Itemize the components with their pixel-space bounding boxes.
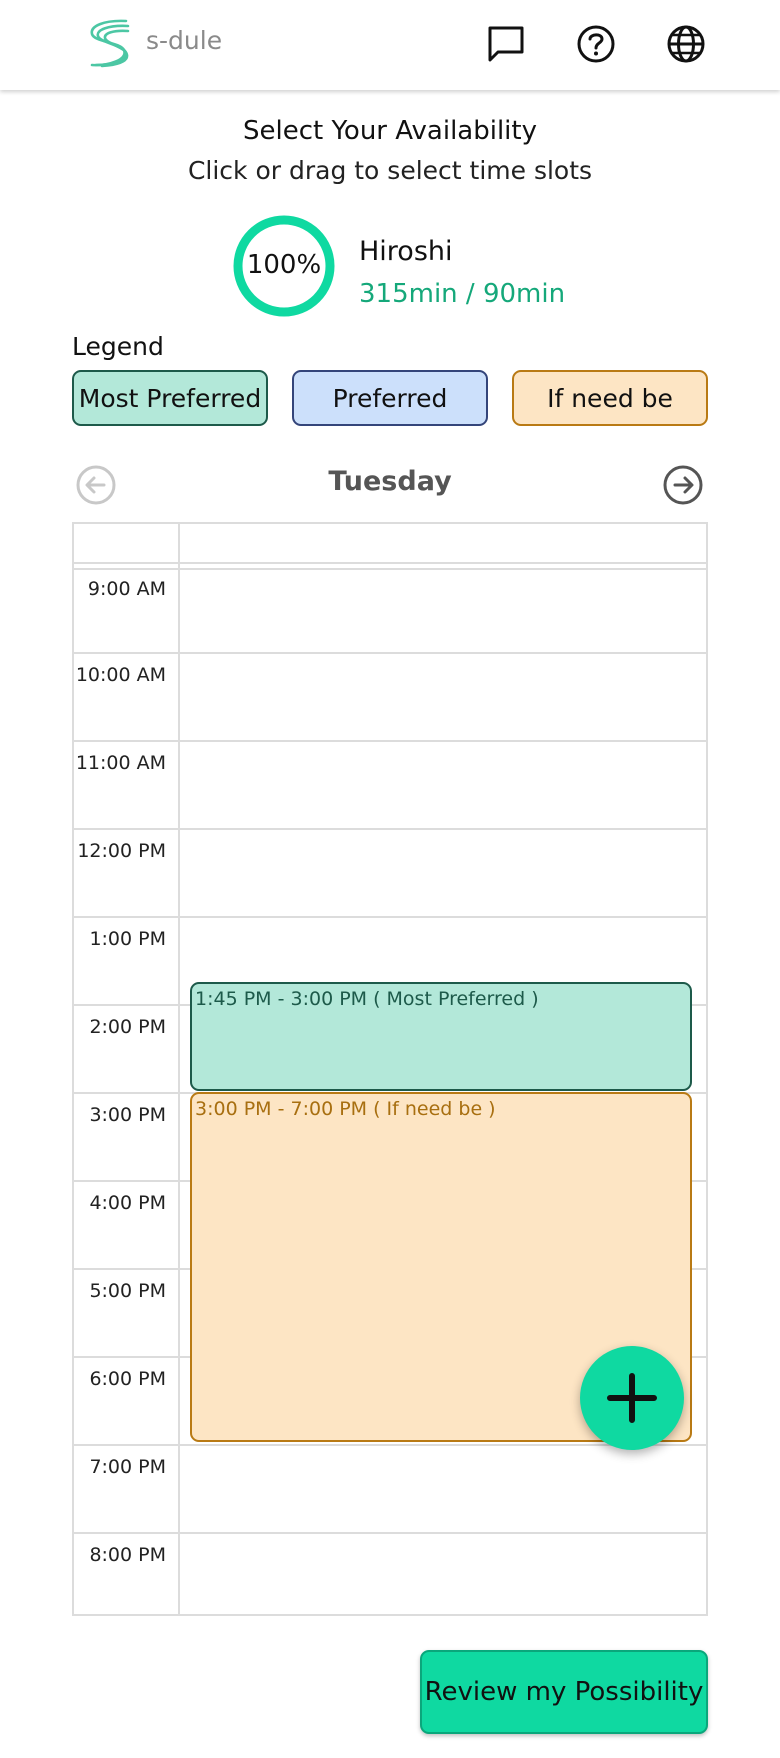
time-label: 7:00 PM — [89, 1456, 166, 1478]
event-label: 1:45 PM - 3:00 PM ( Most Preferred ) — [195, 988, 539, 1010]
time-label: 8:00 PM — [89, 1544, 166, 1566]
app-header: s-dule — [0, 0, 780, 90]
s-dule-logo-icon[interactable] — [86, 18, 132, 68]
legend-most-preferred[interactable]: Most Preferred — [72, 370, 268, 426]
add-slot-button[interactable] — [580, 1346, 684, 1450]
globe-icon[interactable] — [664, 22, 708, 66]
time-label: 11:00 AM — [75, 752, 166, 774]
review-possibility-button[interactable]: Review my Possibility — [420, 1650, 708, 1734]
time-label: 2:00 PM — [89, 1016, 166, 1038]
time-label: 4:00 PM — [89, 1192, 166, 1214]
page-title: Select Your Availability — [243, 116, 537, 146]
grid-line — [74, 568, 706, 570]
time-label: 9:00 AM — [87, 578, 166, 600]
time-label: 6:00 PM — [89, 1368, 166, 1390]
time-label: 1:00 PM — [89, 928, 166, 950]
progress-percent: 100% — [246, 250, 322, 280]
next-day-icon[interactable] — [662, 464, 704, 506]
grid-line — [74, 828, 706, 830]
minutes-summary: 315min / 90min — [359, 279, 566, 309]
time-label: 5:00 PM — [89, 1280, 166, 1302]
time-column-divider — [178, 524, 180, 1614]
legend-label: Legend — [72, 332, 164, 361]
brand-name: s-dule — [146, 26, 223, 55]
legend-preferred[interactable]: Preferred — [292, 370, 488, 426]
time-label: 12:00 PM — [77, 840, 166, 862]
grid-line — [74, 562, 706, 564]
help-icon[interactable] — [574, 22, 618, 66]
grid-line — [74, 652, 706, 654]
time-label: 3:00 PM — [89, 1104, 166, 1126]
user-name: Hiroshi — [359, 236, 453, 267]
event-most-preferred[interactable]: 1:45 PM - 3:00 PM ( Most Preferred ) — [190, 982, 692, 1091]
time-label: 10:00 AM — [75, 664, 166, 686]
grid-line — [74, 1532, 706, 1534]
grid-line — [74, 916, 706, 918]
page-subtitle: Click or drag to select time slots — [187, 156, 593, 185]
event-label: 3:00 PM - 7:00 PM ( If need be ) — [195, 1098, 496, 1120]
chat-icon[interactable] — [484, 22, 528, 66]
grid-line — [74, 740, 706, 742]
legend-if-need-be[interactable]: If need be — [512, 370, 708, 426]
plus-icon — [607, 1373, 657, 1423]
